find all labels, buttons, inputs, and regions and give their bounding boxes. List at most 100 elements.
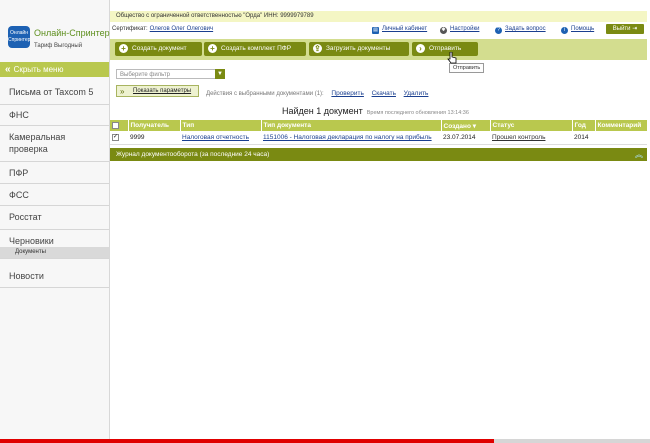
upload-documents-label: Загрузить документы [326,45,391,52]
tariff-label: Тариф Выгодный [34,43,83,49]
help-label: Помощь [571,26,595,32]
sidebar-item-label: Письма от Taxcom 5 [9,87,94,97]
ask-question-link[interactable]: ? Задать вопрос [495,23,546,36]
double-chevron-up-icon[interactable]: ︽ [635,148,643,161]
filter-select[interactable]: Выберите фильтр ▼ [116,69,225,79]
personal-cabinet-label: Личный кабинет [382,26,428,32]
table-header-row: Получатель Тип Тип документа Создано ▾ С… [110,120,648,131]
video-progress-bar[interactable] [0,439,650,443]
plus-icon: + [119,44,128,53]
cell-doc-type: 1151006 - Налоговая декларация по налогу… [261,131,441,145]
help-link[interactable]: i Помощь [561,23,594,36]
logout-button[interactable]: Выйти ⇥ [606,24,644,34]
table-row[interactable]: ✓ 9999 Налоговая отчетность 1151006 - На… [110,131,647,145]
journal-panel-header[interactable]: Журнал документооборота (за последние 24… [110,148,647,161]
found-count: Найден 1 документ Время последнего обновл… [282,106,469,116]
logout-label: Выйти [612,26,631,32]
column-header-created[interactable]: Создано ▾ [441,120,491,131]
toolbar: + Создать документ + Создать комплект ПФР … [110,39,647,60]
cell-year: 2014 [572,131,595,145]
certificate-bar: Сертификат: Олегов Олег Олегович ▤ Личный … [110,23,647,36]
sidebar-item-fns[interactable]: ФНС [0,105,109,126]
create-document-label: Создать документ [132,45,187,52]
logout-icon: ⇥ [632,26,638,32]
create-pfr-set-label: Создать комплект ПФР [221,45,292,52]
show-parameters-label: Показать параметры [133,88,192,94]
show-parameters-button[interactable]: » Показать параметры [116,85,199,97]
delete-link[interactable]: Удалить [404,90,429,97]
certificate-info: Сертификат: Олегов Олег Олегович [112,23,213,36]
send-label: Отправить [429,45,462,52]
type-link[interactable]: Налоговая отчетность [182,134,249,141]
sidebar-item-label: ПФР [9,168,29,178]
gear-icon: ✱ [440,27,447,34]
bulk-actions-label: Действия с выбранными документами (1): [206,91,324,97]
column-header-recipient[interactable]: Получатель [128,120,181,131]
app-name: Онлайн-Спринтер [34,28,110,38]
pointer-cursor-icon [447,52,457,64]
status-link[interactable]: Прошел контроль [492,134,545,141]
upload-icon: ⇪ [313,44,322,53]
personal-cabinet-link[interactable]: ▤ Личный кабинет [372,23,427,36]
sidebar-item-news[interactable]: Новости [0,258,109,288]
collapse-menu-button[interactable]: «Скрыть меню [0,62,109,77]
sidebar-item-label: Росстат [9,212,42,222]
column-header-status[interactable]: Статус [490,120,573,131]
cabinet-icon: ▤ [372,27,379,34]
select-all-header[interactable] [110,120,129,131]
chevron-down-icon[interactable]: ▼ [215,69,225,79]
send-tooltip: Отправить [449,63,485,73]
column-header-year[interactable]: Год [572,120,596,131]
double-chevron-left-icon: « [5,64,11,75]
filter-placeholder: Выберите фильтр [120,72,170,78]
sidebar: Онлайн Спринтер Онлайн-Спринтер Тариф Вы… [0,0,110,443]
create-document-button[interactable]: + Создать документ [115,42,202,56]
certificate-label: Сертификат: [112,26,148,32]
row-checkbox[interactable]: ✓ [112,133,119,141]
sidebar-item-label: Камеральная проверка [9,132,66,154]
ask-question-label: Задать вопрос [505,26,546,32]
check-link[interactable]: Проверить [331,90,364,97]
column-header-comment[interactable]: Комментарий [595,120,648,131]
cell-created: 23.07.2014 [441,131,490,145]
last-update-time: Время последнего обновления 13:14:36 [366,110,469,116]
certificate-link[interactable]: Олегов Олег Олегович [150,26,213,32]
logo-mark: Онлайн Спринтер [8,26,30,48]
organization-bar: Общество с ограниченной ответственностью… [110,11,647,22]
select-all-checkbox[interactable] [112,121,119,129]
collapse-menu-label: Скрыть меню [13,65,64,74]
double-chevron-down-icon: » [120,87,125,96]
row-checkbox-cell[interactable]: ✓ [110,131,128,145]
sidebar-item-pfr[interactable]: ПФР [0,162,109,184]
upload-documents-button[interactable]: ⇪ Загрузить документы [309,42,409,56]
sidebar-item-label: ФНС [9,110,29,120]
info-icon: i [561,27,568,34]
sidebar-item-label: Черновики [9,236,54,246]
sidebar-item-label: Новости [9,271,44,281]
sidebar-item-label: ФСС [9,190,29,200]
plus-icon: + [208,44,217,53]
create-pfr-set-button[interactable]: + Создать комплект ПФР [204,42,306,56]
download-link[interactable]: Скачать [372,90,396,97]
settings-link[interactable]: ✱ Настройки [440,23,479,36]
sidebar-item-drafts[interactable]: Черновики [0,230,109,247]
found-count-text: Найден 1 документ [282,106,363,116]
arrow-right-icon: › [416,44,425,53]
send-button[interactable]: › Отправить [412,42,478,56]
logo[interactable]: Онлайн Спринтер Онлайн-Спринтер Тариф Вы… [6,26,110,56]
cell-type: Налоговая отчетность [180,131,261,145]
doc-type-link[interactable]: 1151006 - Налоговая декларация по налогу… [263,134,432,141]
cell-status: Прошел контроль [490,131,572,145]
column-header-doc-type[interactable]: Тип документа [261,120,442,131]
settings-label: Настройки [450,26,480,32]
journal-label: Журнал документооборота (за последние 24… [116,151,270,158]
column-header-type[interactable]: Тип [180,120,262,131]
sidebar-item-rosstat[interactable]: Росстат [0,206,109,230]
sidebar-item-fss[interactable]: ФСС [0,184,109,206]
sidebar-subitem-documents[interactable]: Документы [0,247,109,258]
documents-table: Получатель Тип Тип документа Создано ▾ С… [110,120,648,145]
cell-recipient: 9999 [128,131,180,145]
bulk-actions: Действия с выбранными документами (1): П… [206,90,428,97]
sidebar-item-taxcom-letters[interactable]: Письма от Taxcom 5 [0,80,109,105]
sidebar-item-desk-audit[interactable]: Камеральная проверка [0,126,109,162]
